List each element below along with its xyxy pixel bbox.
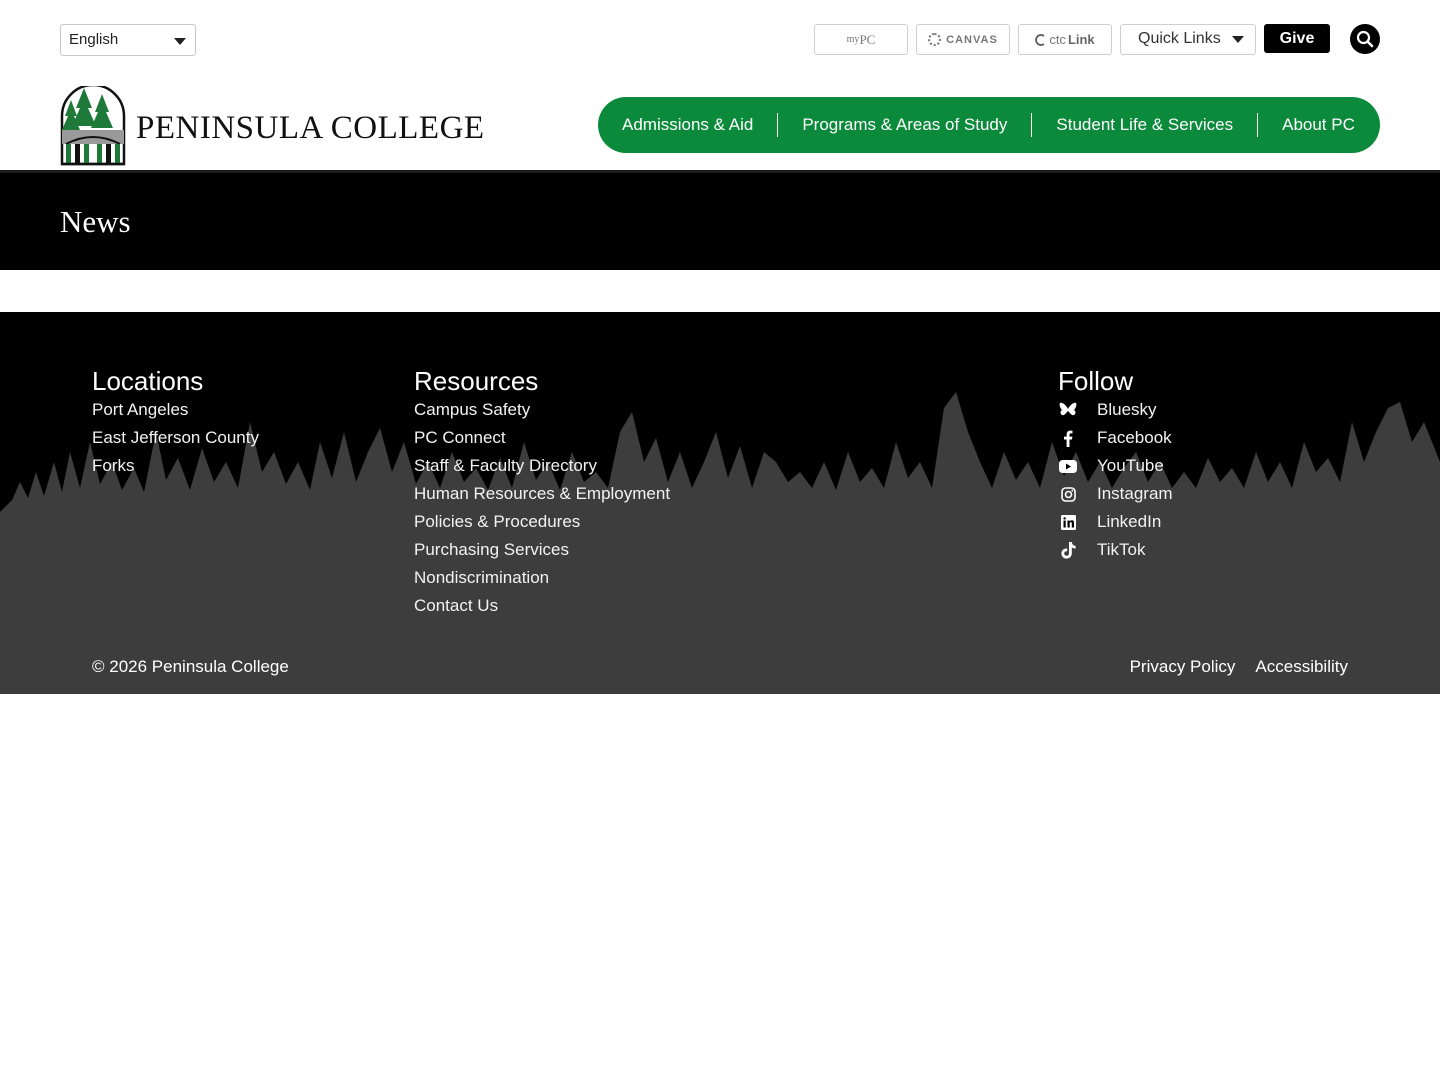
resource-link[interactable]: PC Connect <box>414 424 670 452</box>
canvas-logo-text: CANVAS <box>946 33 998 46</box>
canvas-portal-button[interactable]: CANVAS <box>916 24 1010 55</box>
social-link-youtube[interactable]: YouTube <box>1058 452 1173 480</box>
legal-links: Privacy Policy Accessibility <box>1130 657 1348 677</box>
social-link-tiktok[interactable]: TikTok <box>1058 536 1173 564</box>
footer-follow: Follow Bluesky Facebook YouTube Instagra… <box>1058 366 1173 564</box>
social-link-bluesky[interactable]: Bluesky <box>1058 396 1173 424</box>
social-label: Bluesky <box>1097 400 1157 419</box>
location-link[interactable]: Port Angeles <box>92 396 259 424</box>
resource-link[interactable]: Human Resources & Employment <box>414 480 670 508</box>
nav-about-pc[interactable]: About PC <box>1258 113 1379 137</box>
mypc-logo-small: my <box>846 34 860 45</box>
social-label: TikTok <box>1097 540 1146 559</box>
college-seal-icon <box>60 83 126 166</box>
ctclink-portal-button[interactable]: ctc Link <box>1018 24 1112 55</box>
main-navigation: Admissions & Aid Programs & Areas of Stu… <box>598 97 1380 153</box>
social-link-facebook[interactable]: Facebook <box>1058 424 1173 452</box>
page-title: News <box>60 204 131 239</box>
ctclink-logo-suffix: Link <box>1067 32 1095 47</box>
footer-locations: Locations Port Angeles East Jefferson Co… <box>92 366 259 480</box>
give-button[interactable]: Give <box>1264 24 1330 53</box>
locations-heading: Locations <box>92 366 204 396</box>
mypc-portal-button[interactable]: my PC <box>814 24 908 55</box>
resources-heading: Resources <box>414 366 539 396</box>
page-banner: News <box>0 173 1440 270</box>
bluesky-icon <box>1058 400 1078 420</box>
language-select-value: English <box>69 31 119 48</box>
copyright: © 2026 Peninsula College <box>92 657 289 676</box>
social-label: LinkedIn <box>1097 512 1162 531</box>
quick-links-label: Quick Links <box>1138 30 1221 47</box>
nav-student-life-services[interactable]: Student Life & Services <box>1032 113 1259 137</box>
social-link-instagram[interactable]: Instagram <box>1058 480 1173 508</box>
site-footer: Locations Port Angeles East Jefferson Co… <box>0 312 1440 694</box>
tiktok-icon <box>1058 540 1078 560</box>
resource-link[interactable]: Contact Us <box>414 592 670 620</box>
nav-admissions-aid[interactable]: Admissions & Aid <box>598 113 779 137</box>
ctclink-logo-icon <box>1035 33 1045 46</box>
privacy-policy-link[interactable]: Privacy Policy <box>1130 657 1236 677</box>
facebook-icon <box>1058 428 1078 448</box>
caret-down-icon <box>174 38 186 45</box>
social-label: YouTube <box>1097 456 1164 475</box>
follow-heading: Follow <box>1058 366 1134 396</box>
location-link[interactable]: East Jefferson County <box>92 424 259 452</box>
utility-bar: English my PC CANVAS ctc Link Quick Links … <box>0 0 1440 78</box>
quick-links-dropdown[interactable]: Quick Links <box>1120 24 1256 55</box>
social-link-linkedin[interactable]: LinkedIn <box>1058 508 1173 536</box>
college-name: PENINSULA COLLEGE <box>136 110 485 146</box>
social-label: Facebook <box>1097 428 1172 447</box>
youtube-icon <box>1058 456 1078 476</box>
resource-link[interactable]: Campus Safety <box>414 396 670 424</box>
resource-link[interactable]: Staff & Faculty Directory <box>414 452 670 480</box>
linkedin-icon <box>1058 512 1078 532</box>
footer-resources: Resources Campus Safety PC Connect Staff… <box>414 366 670 620</box>
resource-link[interactable]: Policies & Procedures <box>414 508 670 536</box>
canvas-logo-icon <box>928 33 942 46</box>
social-label: Instagram <box>1097 484 1173 503</box>
college-logo[interactable]: PENINSULA COLLEGE <box>60 83 484 166</box>
resource-link[interactable]: Nondiscrimination <box>414 564 670 592</box>
accessibility-link[interactable]: Accessibility <box>1255 657 1348 677</box>
mypc-logo-text: PC <box>859 31 876 47</box>
location-link[interactable]: Forks <box>92 452 259 480</box>
search-button[interactable] <box>1350 24 1380 54</box>
language-select[interactable]: English <box>60 24 196 56</box>
caret-down-icon <box>1232 36 1244 43</box>
nav-programs-areas-of-study[interactable]: Programs & Areas of Study <box>778 113 1033 137</box>
instagram-icon <box>1058 484 1078 504</box>
search-icon <box>1356 30 1374 48</box>
ctclink-logo-prefix: ctc <box>1049 32 1066 47</box>
resource-link[interactable]: Purchasing Services <box>414 536 670 564</box>
